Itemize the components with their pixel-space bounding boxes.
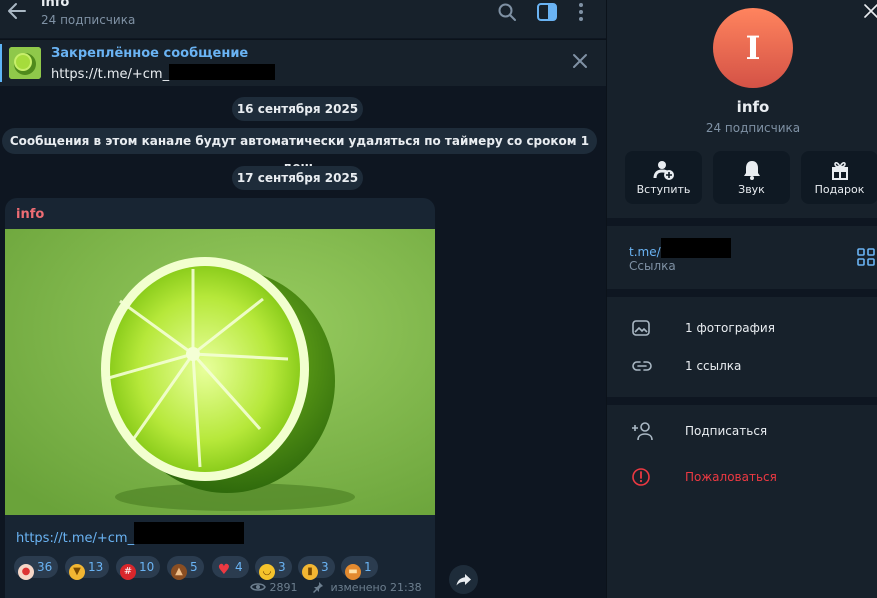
reaction-count: 10	[139, 560, 155, 574]
redaction-box	[169, 64, 276, 80]
join-button[interactable]: Вступить	[625, 151, 702, 204]
reaction-hot-dog[interactable]: ▬ 1	[341, 556, 378, 580]
reaction-count: 1	[364, 560, 372, 574]
reaction-count: 13	[88, 560, 104, 574]
pinned-thumbnail	[9, 47, 41, 79]
section-divider	[607, 218, 877, 226]
report-label: Пожаловаться	[685, 470, 777, 484]
bell-icon	[744, 161, 760, 180]
rolling-laughing-face-icon: ◡	[259, 564, 275, 580]
gift-label: Подарок	[814, 183, 865, 196]
gift-icon	[832, 161, 848, 180]
service-message: Сообщения в этом канале будут автоматиче…	[2, 128, 597, 174]
reaction-rofl[interactable]: ◡ 3	[255, 556, 292, 580]
share-button[interactable]	[449, 565, 478, 594]
add-user-icon	[653, 161, 674, 180]
cursing-face-icon: #	[120, 564, 136, 580]
section-divider	[607, 397, 877, 405]
hot-dog-icon: ▬	[345, 564, 361, 580]
invite-link-caption: Ссылка	[629, 259, 676, 273]
section-divider	[607, 289, 877, 297]
date-separator: 17 сентября 2025	[232, 166, 363, 190]
reaction-count: 3	[278, 560, 286, 574]
lime-photo[interactable]	[5, 229, 435, 515]
clown-face-icon: ●	[18, 564, 34, 580]
reaction-count: 3	[321, 560, 329, 574]
more-menu-icon[interactable]	[574, 2, 588, 22]
reaction-cursing[interactable]: #10	[116, 556, 161, 580]
reaction-count: 4	[235, 560, 243, 574]
join-label: Вступить	[636, 183, 691, 196]
date-separator: 16 сентября 2025	[232, 97, 363, 121]
share-arrow-icon	[456, 574, 471, 586]
pin-icon	[312, 582, 323, 593]
chat-header: info 24 подписчика	[0, 0, 606, 38]
gift-button[interactable]: Подарок	[801, 151, 877, 204]
subscribe-row[interactable]: Подписаться	[607, 412, 877, 452]
message-link[interactable]: https://t.me/+cm_	[16, 522, 245, 546]
redaction-box	[134, 522, 245, 544]
redaction-box	[660, 238, 731, 258]
thumbs-down-icon: ▼	[69, 564, 85, 580]
links-row[interactable]: 1 ссылка	[607, 347, 877, 387]
close-panel-icon[interactable]	[864, 4, 877, 18]
side-panel-icon[interactable]	[536, 2, 558, 22]
photo-icon	[632, 320, 650, 336]
reaction-clown[interactable]: ● 36	[14, 556, 59, 580]
add-person-icon	[632, 422, 653, 441]
reaction-count: 5	[190, 560, 198, 574]
eye-icon	[250, 583, 266, 591]
edited-label: изменено 21:38	[330, 581, 422, 594]
reaction-count: 36	[37, 560, 53, 574]
reaction-thumbs-down[interactable]: ▼ 13	[65, 556, 110, 580]
back-arrow-icon[interactable]	[6, 0, 28, 22]
reaction-heart[interactable]: ♥ 4	[212, 556, 249, 578]
links-count: 1 ссылка	[685, 359, 742, 373]
message-meta: 2891 изменено 21:38	[250, 581, 422, 594]
sound-label: Звук	[738, 183, 765, 196]
message-bubble[interactable]: info https://t.me/+cm_ ● 36 ▼ 13 # 10 ▲ …	[5, 198, 435, 598]
search-icon[interactable]	[497, 2, 517, 22]
qr-code-icon[interactable]	[857, 248, 875, 266]
close-pinned-icon[interactable]	[572, 53, 588, 69]
red-heart-icon: ♥	[217, 562, 231, 578]
invite-link-row[interactable]: t.me/ Ссылка	[607, 226, 877, 289]
channel-avatar[interactable]: I	[713, 8, 793, 88]
view-count: 2891	[269, 581, 298, 594]
chat-title[interactable]: info	[41, 0, 69, 10]
chat-area: info 24 подписчика Закреплённое сообщени…	[0, 0, 606, 598]
pinned-indicator	[0, 44, 2, 82]
channel-subscriber-count: 24 подписчика	[705, 121, 801, 135]
photos-row[interactable]: 1 фотография	[607, 309, 877, 349]
message-author[interactable]: info	[16, 207, 44, 222]
report-row[interactable]: Пожаловаться	[607, 458, 877, 498]
reaction-middle-finger[interactable]: ▮ 3	[298, 556, 335, 580]
channel-info-panel: I info 24 подписчика Вступить Звук Подар…	[606, 0, 877, 598]
sound-button[interactable]: Звук	[713, 151, 790, 204]
pile-of-poo-icon: ▲	[171, 564, 187, 580]
middle-finger-icon: ▮	[302, 564, 318, 580]
subscribe-label: Подписаться	[685, 424, 768, 438]
channel-name: info	[736, 98, 770, 116]
warning-icon	[632, 468, 650, 486]
chat-subscriber-count: 24 подписчика	[41, 13, 136, 27]
reaction-poo[interactable]: ▲ 5	[167, 556, 204, 580]
link-icon	[632, 361, 652, 371]
photos-count: 1 фотография	[685, 321, 775, 335]
pinned-message-bar[interactable]: Закреплённое сообщение https://t.me/+cm_	[0, 39, 606, 86]
pinned-text: https://t.me/+cm_	[51, 64, 276, 82]
pinned-title: Закреплённое сообщение	[51, 46, 249, 61]
invite-link[interactable]: t.me/	[629, 238, 731, 259]
